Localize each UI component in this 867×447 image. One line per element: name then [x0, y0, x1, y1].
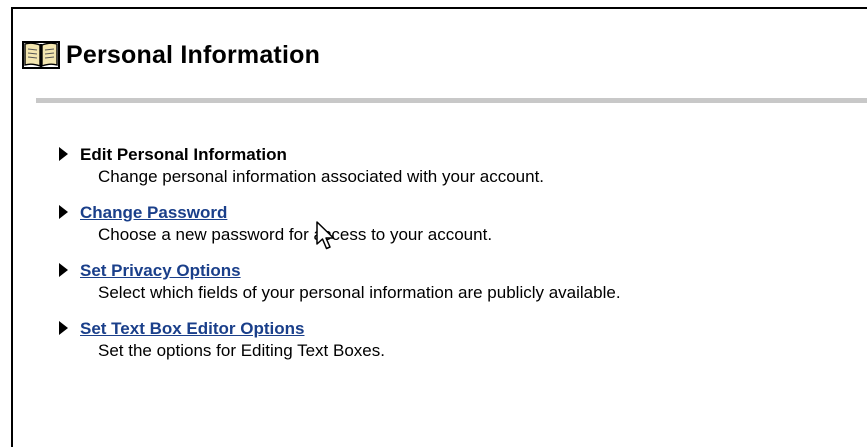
- option-description: Select which fields of your personal inf…: [98, 283, 621, 302]
- list-item-set-privacy-options: Set Privacy Options Select which fields …: [56, 260, 621, 304]
- page-title: Personal Information: [66, 40, 321, 69]
- mouse-cursor-icon: [316, 221, 335, 250]
- triangle-right-icon: [59, 321, 68, 335]
- triangle-right-icon: [59, 263, 68, 277]
- option-description: Choose a new password for access to your…: [98, 225, 493, 244]
- book-icon: [22, 41, 60, 69]
- edit-personal-information-label: Edit Personal Information: [80, 145, 287, 164]
- option-description: Set the options for Editing Text Boxes.: [98, 341, 385, 360]
- list-item-edit-personal-information: Edit Personal Information Change persona…: [56, 144, 621, 188]
- page-header: Personal Information: [22, 40, 320, 70]
- set-text-box-editor-options-link[interactable]: Set Text Box Editor Options: [80, 318, 304, 340]
- option-description: Change personal information associated w…: [98, 167, 545, 186]
- triangle-right-icon: [59, 205, 68, 219]
- set-privacy-options-link[interactable]: Set Privacy Options: [80, 260, 241, 282]
- triangle-right-icon: [59, 147, 68, 161]
- change-password-link[interactable]: Change Password: [80, 202, 227, 224]
- header-divider: [36, 98, 867, 103]
- options-list: Edit Personal Information Change persona…: [56, 144, 621, 362]
- list-item-set-text-box-editor-options: Set Text Box Editor Options Set the opti…: [56, 318, 621, 362]
- list-item-change-password: Change Password Choose a new password fo…: [56, 202, 621, 246]
